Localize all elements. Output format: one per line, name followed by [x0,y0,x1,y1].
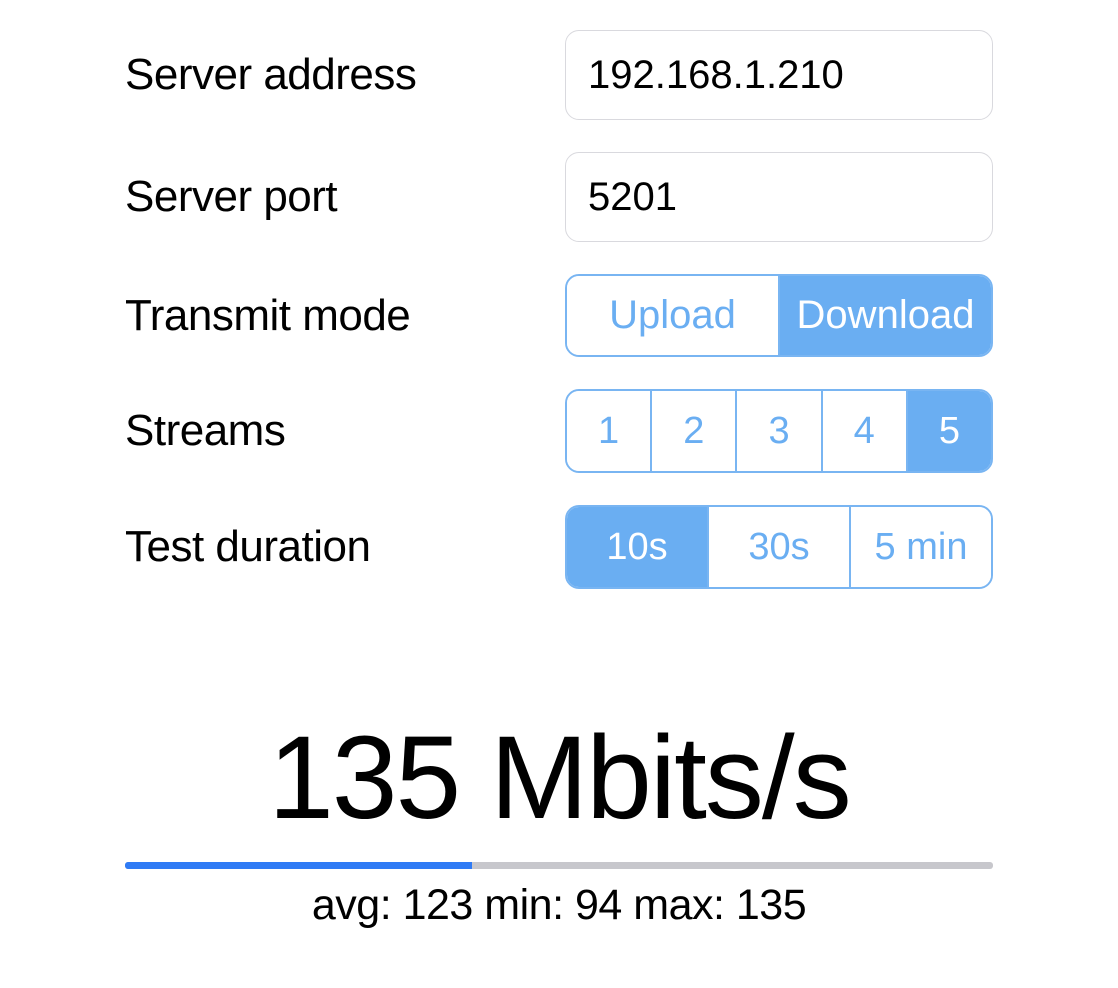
row-server-address: Server address [125,30,993,120]
test-duration-control: 10s30s5 min [565,505,993,589]
streams-label: Streams [125,406,565,456]
transmit-mode-segmented-option[interactable]: Upload [567,276,778,355]
progress-bar [125,862,993,869]
streams-segmented-option[interactable]: 5 [906,391,991,471]
settings-form: Server address Server port Transmit mode… [0,0,1118,589]
server-port-control [565,152,993,242]
streams-segmented-option[interactable]: 4 [821,391,906,471]
transmit-mode-control: UploadDownload [565,274,993,357]
row-server-port: Server port [125,152,993,242]
transmit-mode-segmented-option[interactable]: Download [778,276,991,355]
streams-segmented-option[interactable]: 2 [650,391,735,471]
row-test-duration: Test duration 10s30s5 min [125,505,993,589]
server-address-control [565,30,993,120]
streams-control: 12345 [565,389,993,473]
progress-fill [125,862,472,869]
test-duration-segmented: 10s30s5 min [565,505,993,589]
transmit-mode-segmented: UploadDownload [565,274,993,357]
test-duration-segmented-option[interactable]: 30s [707,507,849,587]
speed-stats: avg: 123 min: 94 max: 135 [125,881,993,930]
streams-segmented-option[interactable]: 3 [735,391,820,471]
transmit-mode-label: Transmit mode [125,291,565,341]
server-port-input[interactable] [565,152,993,242]
test-duration-segmented-option[interactable]: 5 min [849,507,991,587]
server-address-input[interactable] [565,30,993,120]
row-streams: Streams 12345 [125,389,993,473]
test-duration-segmented-option[interactable]: 10s [567,507,707,587]
streams-segmented: 12345 [565,389,993,473]
speed-unit: Mbits/s [490,712,850,844]
result-panel: 135 Mbits/s avg: 123 min: 94 max: 135 [0,719,1118,930]
speed-value: 135 [268,712,459,844]
server-address-label: Server address [125,50,565,100]
row-transmit-mode: Transmit mode UploadDownload [125,274,993,357]
streams-segmented-option[interactable]: 1 [567,391,650,471]
speed-readout: 135 Mbits/s [125,719,993,837]
test-duration-label: Test duration [125,522,565,572]
server-port-label: Server port [125,172,565,222]
